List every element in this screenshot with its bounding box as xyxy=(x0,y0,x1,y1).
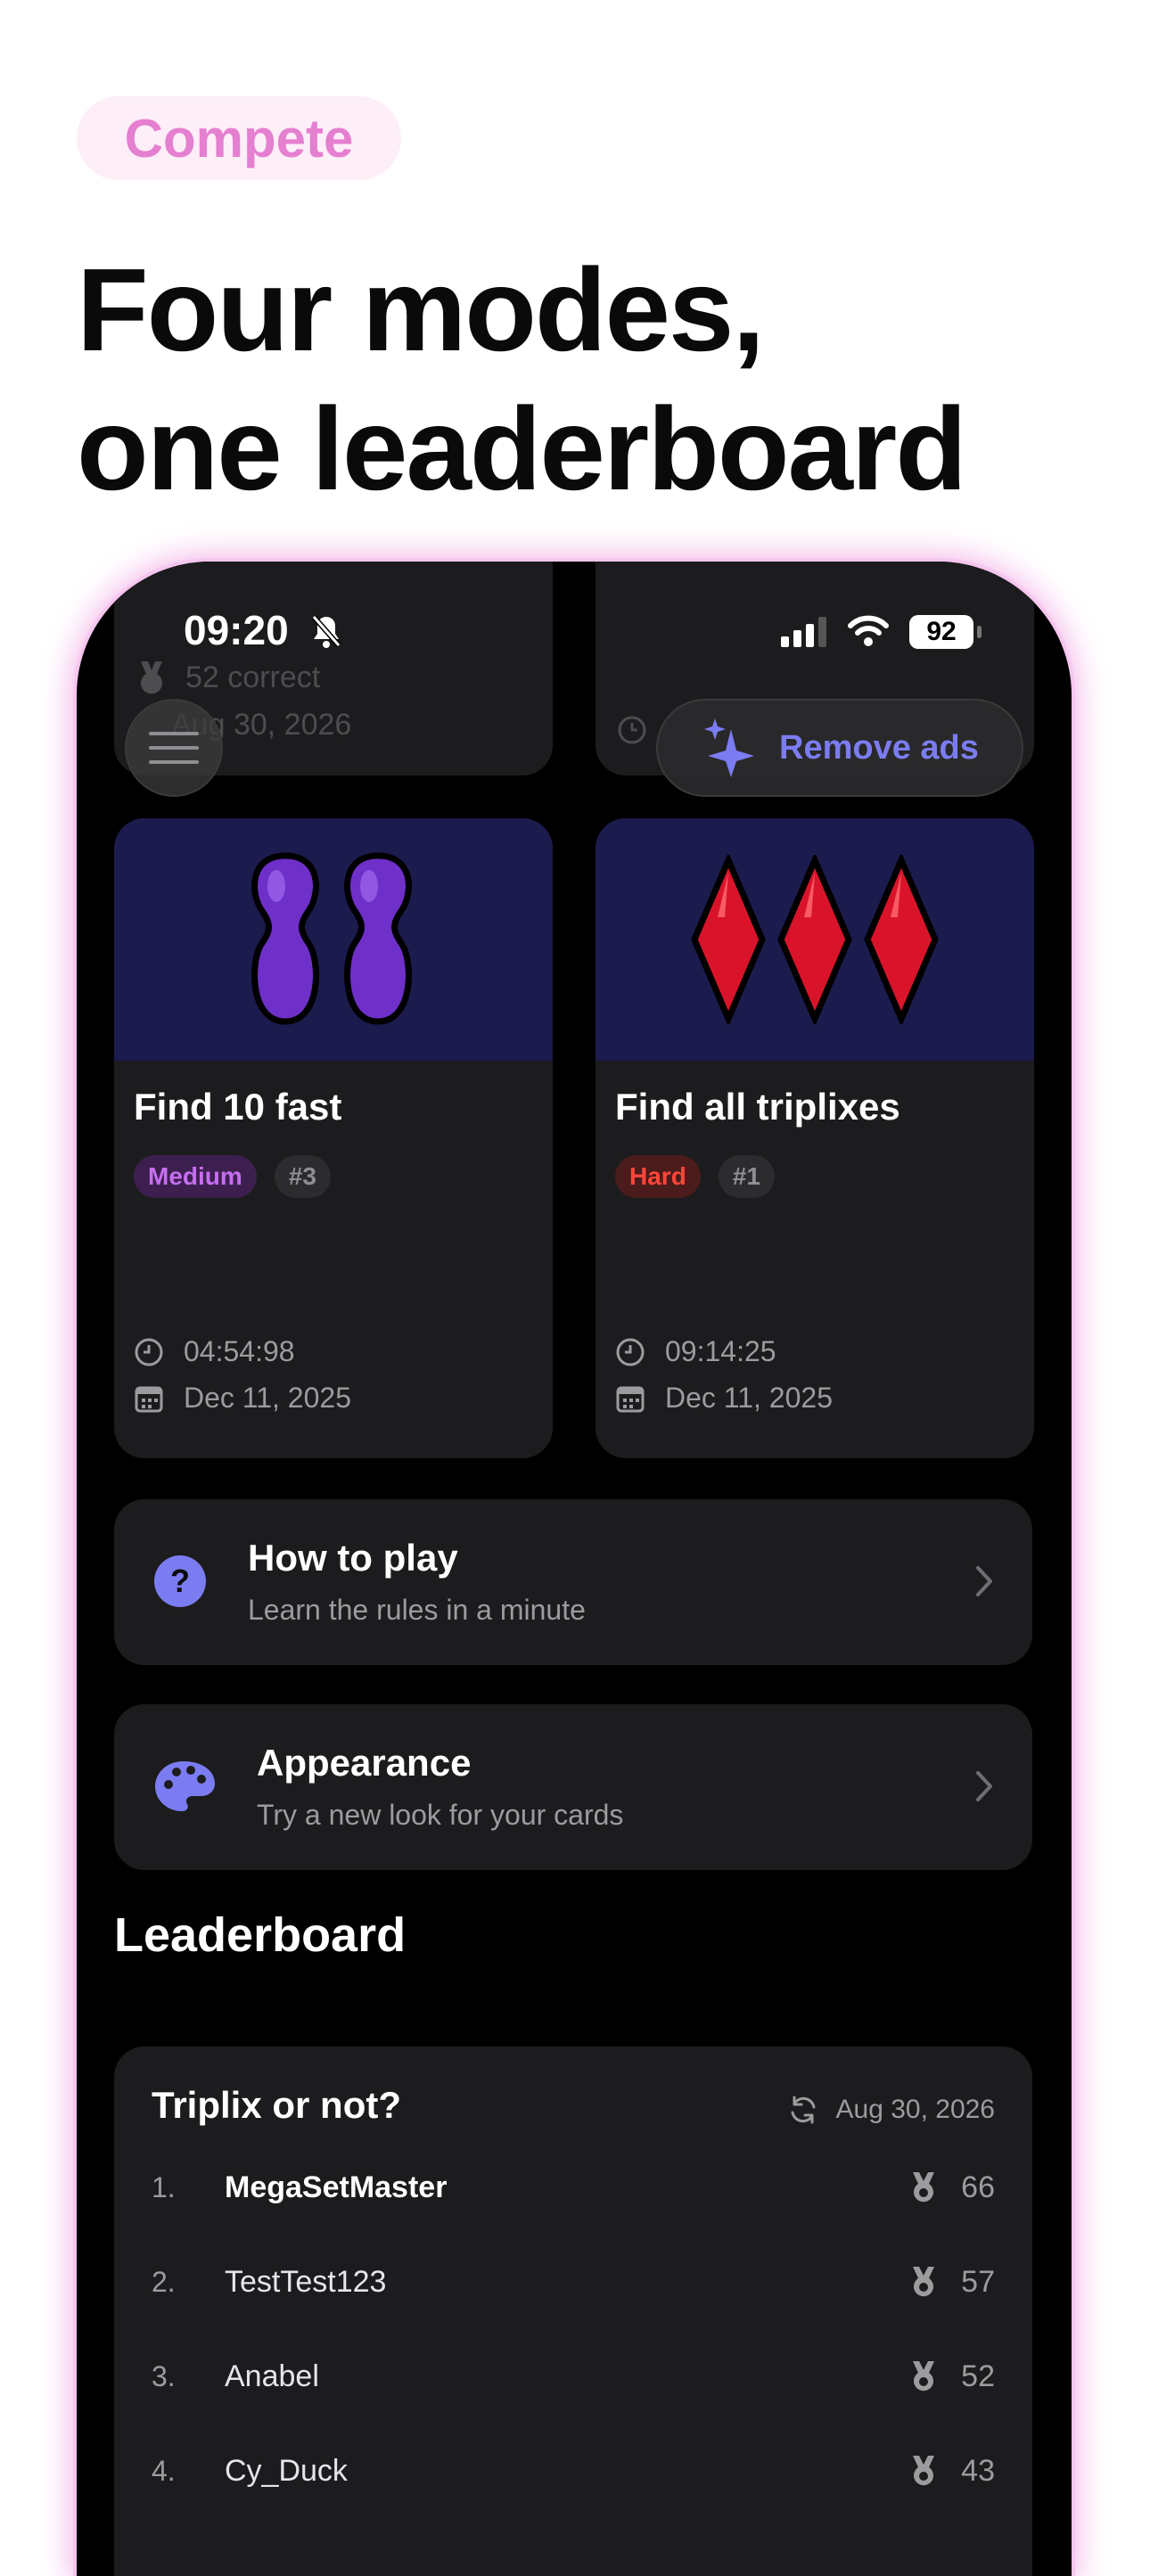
difficulty-badge: Medium xyxy=(134,1155,257,1198)
leaderboard-row: 4. Cy_Duck 43 xyxy=(152,2444,995,2498)
row-title: Appearance xyxy=(257,1742,472,1784)
player-score: 57 xyxy=(961,2264,995,2299)
player-name: Anabel xyxy=(225,2359,319,2393)
rank-number: 2. xyxy=(152,2265,176,2298)
rank-number: 3. xyxy=(152,2359,176,2392)
palette-icon xyxy=(155,1761,215,1811)
phone-screen: 52 correct Aug 30, 2026 09:20 92 Remove … xyxy=(77,562,1072,2576)
medal-icon xyxy=(913,2361,935,2391)
medal-icon xyxy=(913,2267,935,2297)
menu-button[interactable] xyxy=(125,699,223,797)
rank-badge: #3 xyxy=(274,1155,331,1198)
card-title: Find 10 fast xyxy=(134,1086,342,1128)
player-score: 43 xyxy=(961,2453,995,2488)
calendar-icon xyxy=(616,1386,645,1412)
medal-icon xyxy=(913,2172,935,2203)
calendar-icon xyxy=(135,1386,163,1412)
battery-icon: 92 xyxy=(909,615,973,649)
leaderboard-heading: Leaderboard xyxy=(114,1908,407,1962)
signal-icon xyxy=(781,617,826,647)
medal-icon xyxy=(913,2456,935,2486)
card-title: Find all triplixes xyxy=(615,1086,900,1128)
player-name: MegaSetMaster xyxy=(225,2170,448,2204)
leaderboard-row: 3. Anabel 52 xyxy=(152,2350,995,2403)
chevron-right-icon xyxy=(976,1771,992,1801)
wifi-icon xyxy=(848,615,889,646)
chevron-right-icon xyxy=(976,1566,992,1596)
remove-ads-button[interactable]: Remove ads xyxy=(656,699,1023,797)
player-score: 66 xyxy=(961,2170,995,2204)
clock-icon xyxy=(618,716,646,744)
player-name: TestTest123 xyxy=(225,2264,387,2299)
clock-icon xyxy=(135,1338,163,1366)
svg-text:?: ? xyxy=(170,1563,190,1599)
leaderboard-row: 2. TestTest123 57 xyxy=(152,2255,995,2309)
appearance-row[interactable]: Appearance Try a new look for your cards xyxy=(114,1704,1032,1870)
rank-number: 4. xyxy=(152,2454,176,2487)
card-art xyxy=(596,818,1034,1061)
headline-line-1: Four modes, xyxy=(77,244,765,375)
section-chip: Compete xyxy=(77,96,401,180)
remove-ads-label: Remove ads xyxy=(779,728,979,767)
leaderboard-title: Triplix or not? xyxy=(152,2084,401,2126)
rank-number: 1. xyxy=(152,2170,176,2203)
hamburger-icon xyxy=(149,732,199,764)
bell-slash-icon xyxy=(311,615,341,648)
played-date: Dec 11, 2025 xyxy=(665,1382,833,1414)
battery-cap xyxy=(977,626,982,638)
row-title: How to play xyxy=(248,1537,458,1579)
headline-line-2: one leaderboard xyxy=(77,383,967,514)
refresh-icon xyxy=(791,2096,815,2124)
sparkles-icon xyxy=(704,718,754,777)
mode-card-find-10-fast[interactable]: Find 10 fast Medium #3 04:54:98 Dec 11, … xyxy=(114,818,553,1458)
leaderboard-card: Triplix or not? Aug 30, 2026 1. MegaSetM… xyxy=(114,2047,1032,2576)
card-art xyxy=(114,818,553,1061)
mode-card-find-all-triplixes[interactable]: Find all triplixes Hard #1 09:14:25 Dec … xyxy=(596,818,1034,1458)
red-diamond-shapes xyxy=(691,855,939,1024)
row-subtitle: Learn the rules in a minute xyxy=(248,1594,586,1626)
row-subtitle: Try a new look for your cards xyxy=(257,1799,624,1831)
clock-icon xyxy=(616,1338,645,1366)
best-time: 09:14:25 xyxy=(665,1335,776,1367)
status-time: 09:20 xyxy=(184,607,289,653)
difficulty-badge: Hard xyxy=(615,1155,701,1198)
headline: Four modes, one leaderboard xyxy=(77,241,1102,519)
rank-badge: #1 xyxy=(718,1155,775,1198)
status-bar: 09:20 92 xyxy=(77,562,1072,695)
battery-level: 92 xyxy=(926,617,957,646)
player-name: Cy_Duck xyxy=(225,2453,348,2488)
purple-peanut-shapes xyxy=(251,852,412,1025)
refresh-status[interactable]: Aug 30, 2026 xyxy=(788,2095,996,2125)
question-icon: ? xyxy=(154,1555,206,1607)
leaderboard-row: 1. MegaSetMaster 66 xyxy=(152,2161,995,2214)
player-score: 52 xyxy=(961,2359,995,2393)
how-to-play-row[interactable]: ? How to play Learn the rules in a minut… xyxy=(114,1499,1032,1665)
best-time: 04:54:98 xyxy=(184,1335,295,1367)
played-date: Dec 11, 2025 xyxy=(184,1382,351,1414)
updated-date: Aug 30, 2026 xyxy=(835,2095,996,2124)
